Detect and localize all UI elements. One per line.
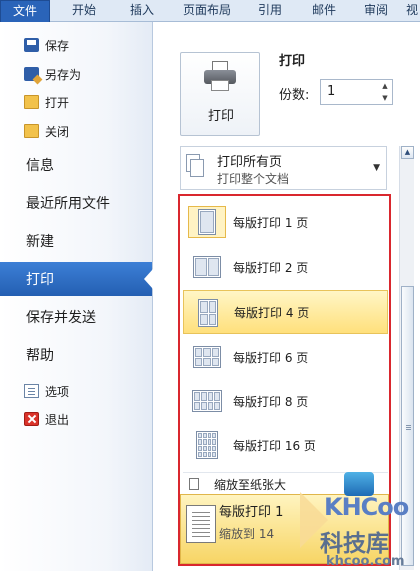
scale-to-paper-label: 缩放至纸张大 [214,478,287,492]
tab-review[interactable]: 审阅 [356,0,396,22]
nav-save-as[interactable]: 另存为 [0,61,152,87]
option-6-pages[interactable]: 每版打印 6 页 [183,337,388,377]
nav-print[interactable]: 打印 [0,262,153,296]
what-to-print-subtitle: 打印整个文档 [217,172,290,186]
copies-increment-icon[interactable]: ▲ [378,80,392,92]
nav-close[interactable]: 关闭 [0,118,152,144]
nav-recent[interactable]: 最近所用文件 [0,186,152,220]
copies-decrement-icon[interactable]: ▼ [378,92,392,104]
option-label: 每版打印 2 页 [233,260,309,275]
tab-page-layout[interactable]: 页面布局 [176,0,238,22]
nav-new[interactable]: 新建 [0,224,152,258]
nav-open-label: 打开 [45,95,70,110]
tab-insert[interactable]: 插入 [122,0,162,22]
option-label: 每版打印 16 页 [233,438,316,453]
pages-per-sheet-current: 每版打印 1 [219,505,284,520]
nav-close-label: 关闭 [45,124,70,139]
save-icon [24,38,39,52]
page-4-layout-icon [189,297,227,329]
tab-home[interactable]: 开始 [64,0,104,22]
option-label: 每版打印 6 页 [233,350,309,365]
nav-open[interactable]: 打开 [0,89,152,115]
option-label: 每版打印 4 页 [234,305,310,320]
exit-icon [24,412,39,426]
what-to-print-select[interactable]: 打印所有页 打印整个文档 ▼ [180,146,387,190]
nav-info[interactable]: 信息 [0,148,152,182]
page-8-layout-icon [188,385,226,417]
watermark-brand: KHCoo [324,493,409,521]
option-label: 每版打印 1 页 [233,215,309,230]
watermark-url: khcoo.com [326,554,405,569]
watermark-logo: KHCoo 科技库 khcoo.com [300,470,420,571]
option-label: 每版打印 8 页 [233,394,309,409]
page-2-layout-icon [188,251,226,283]
what-to-print-title: 打印所有页 [217,155,283,170]
pages-icon [186,154,204,178]
nav-save-label: 保存 [45,38,70,53]
page-6-layout-icon [188,341,226,373]
nav-save[interactable]: 保存 [0,32,152,58]
option-2-pages[interactable]: 每版打印 2 页 [183,247,388,287]
copies-value: 1 [327,84,336,99]
nav-save-as-label: 另存为 [45,67,82,82]
page-16-layout-icon [188,429,226,461]
print-heading: 打印 [279,54,306,69]
nav-exit[interactable]: 退出 [0,406,152,432]
folder-close-icon [24,124,39,138]
nav-save-send[interactable]: 保存并发送 [0,300,152,334]
tab-mailings[interactable]: 邮件 [304,0,344,22]
nav-options-label: 选项 [45,384,70,399]
page-preview-icon [186,505,216,543]
nav-help[interactable]: 帮助 [0,338,152,372]
option-1-page[interactable]: 每版打印 1 页 [183,202,388,242]
printer-icon [204,61,236,91]
save-as-icon [24,67,39,81]
print-button[interactable]: 打印 [180,52,260,136]
watermark-name: 科技库 [320,531,389,557]
pages-per-sheet-scale: 缩放到 14 [219,527,275,541]
copies-label: 份数: [279,88,310,103]
option-4-pages[interactable]: 每版打印 4 页 [183,290,388,334]
options-icon [24,384,39,398]
paper-size-icon [189,478,199,490]
option-16-pages[interactable]: 每版打印 16 页 [183,425,388,465]
nav-exit-label: 退出 [45,412,70,427]
tab-file[interactable]: 文件 [0,0,50,22]
page-1-layout-icon [188,206,226,238]
ribbon-tab-bar: 文件 开始 插入 页面布局 引用 邮件 审阅 视 [0,0,420,22]
backstage-nav: 保存 另存为 打开 关闭 信息 最近所用文件 新建 打印 保存并发送 帮助 选项… [0,22,153,571]
nav-options[interactable]: 选项 [0,378,152,404]
option-8-pages[interactable]: 每版打印 8 页 [183,381,388,421]
tab-references[interactable]: 引用 [250,0,290,22]
copies-input[interactable]: 1 ▲ ▼ [320,79,393,105]
chevron-down-icon: ▼ [373,163,380,173]
print-button-label: 打印 [207,109,234,124]
tab-view[interactable]: 视 [404,0,420,22]
scroll-up-icon[interactable]: ▲ [401,146,414,159]
folder-open-icon [24,95,39,109]
